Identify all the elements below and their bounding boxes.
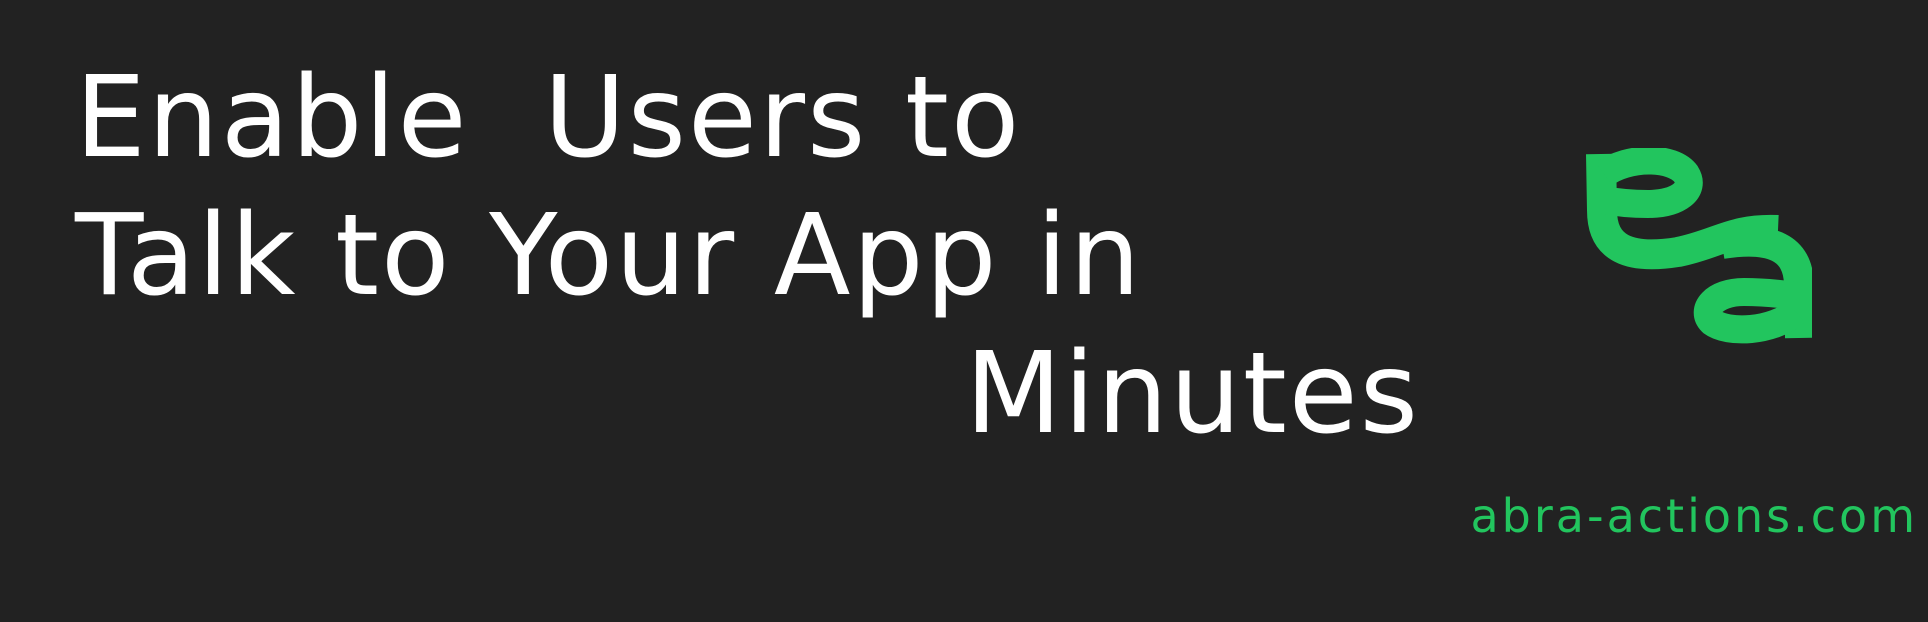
headline-line-2: Talk to Your App in — [75, 191, 1143, 321]
headline-line-1: Enable Users to — [75, 53, 1022, 183]
abra-actions-logo-icon — [1586, 148, 1812, 344]
headline-line-3: Minutes — [965, 329, 1420, 459]
domain-link[interactable]: abra-actions.com — [1470, 493, 1918, 539]
